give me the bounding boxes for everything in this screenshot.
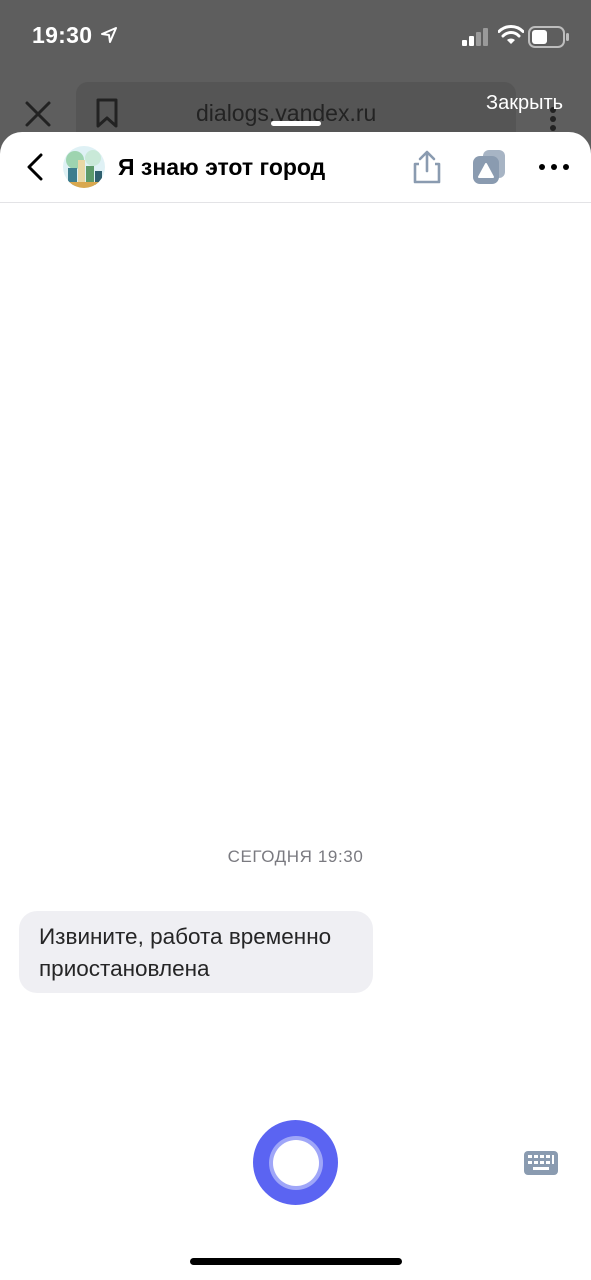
- chat-date-label: СЕГОДНЯ 19:30: [227, 847, 364, 866]
- alice-cards-button[interactable]: [466, 146, 512, 188]
- bookmark-icon[interactable]: [95, 98, 119, 128]
- status-bar: 19:30: [0, 0, 591, 72]
- cards-icon: [473, 150, 505, 184]
- more-dots-icon: [539, 164, 569, 170]
- close-link[interactable]: Закрыть: [486, 92, 563, 115]
- skill-message-bubble: Извините, работа временно приостановлена: [19, 911, 373, 993]
- sheet-grabber[interactable]: [271, 121, 321, 126]
- location-arrow-icon: [101, 27, 117, 43]
- share-button[interactable]: [407, 146, 447, 188]
- message-text: Извините, работа временно приостановлена: [39, 924, 332, 981]
- alice-mic-icon: [272, 1139, 319, 1186]
- back-button[interactable]: [20, 150, 50, 184]
- battery-icon: [528, 26, 569, 48]
- dialog-header: Я знаю этот город: [0, 132, 591, 203]
- more-button[interactable]: [534, 152, 574, 182]
- close-icon[interactable]: [24, 100, 52, 128]
- status-time: 19:30: [32, 22, 93, 48]
- chevron-left-icon: [27, 153, 43, 181]
- city-avatar-icon: [63, 146, 105, 188]
- share-icon: [413, 150, 441, 184]
- wifi-icon: [498, 25, 524, 44]
- skill-title: Я знаю этот город: [118, 154, 326, 180]
- skill-avatar: [63, 146, 105, 188]
- home-indicator: [190, 1258, 402, 1265]
- dialog-sheet: Я знаю этот город СЕГОДНЯ 19:30 Извините…: [0, 121, 591, 1280]
- cellular-signal-icon: [462, 28, 488, 46]
- keyboard-icon[interactable]: [524, 1151, 558, 1175]
- alice-mic-button[interactable]: [253, 1120, 338, 1205]
